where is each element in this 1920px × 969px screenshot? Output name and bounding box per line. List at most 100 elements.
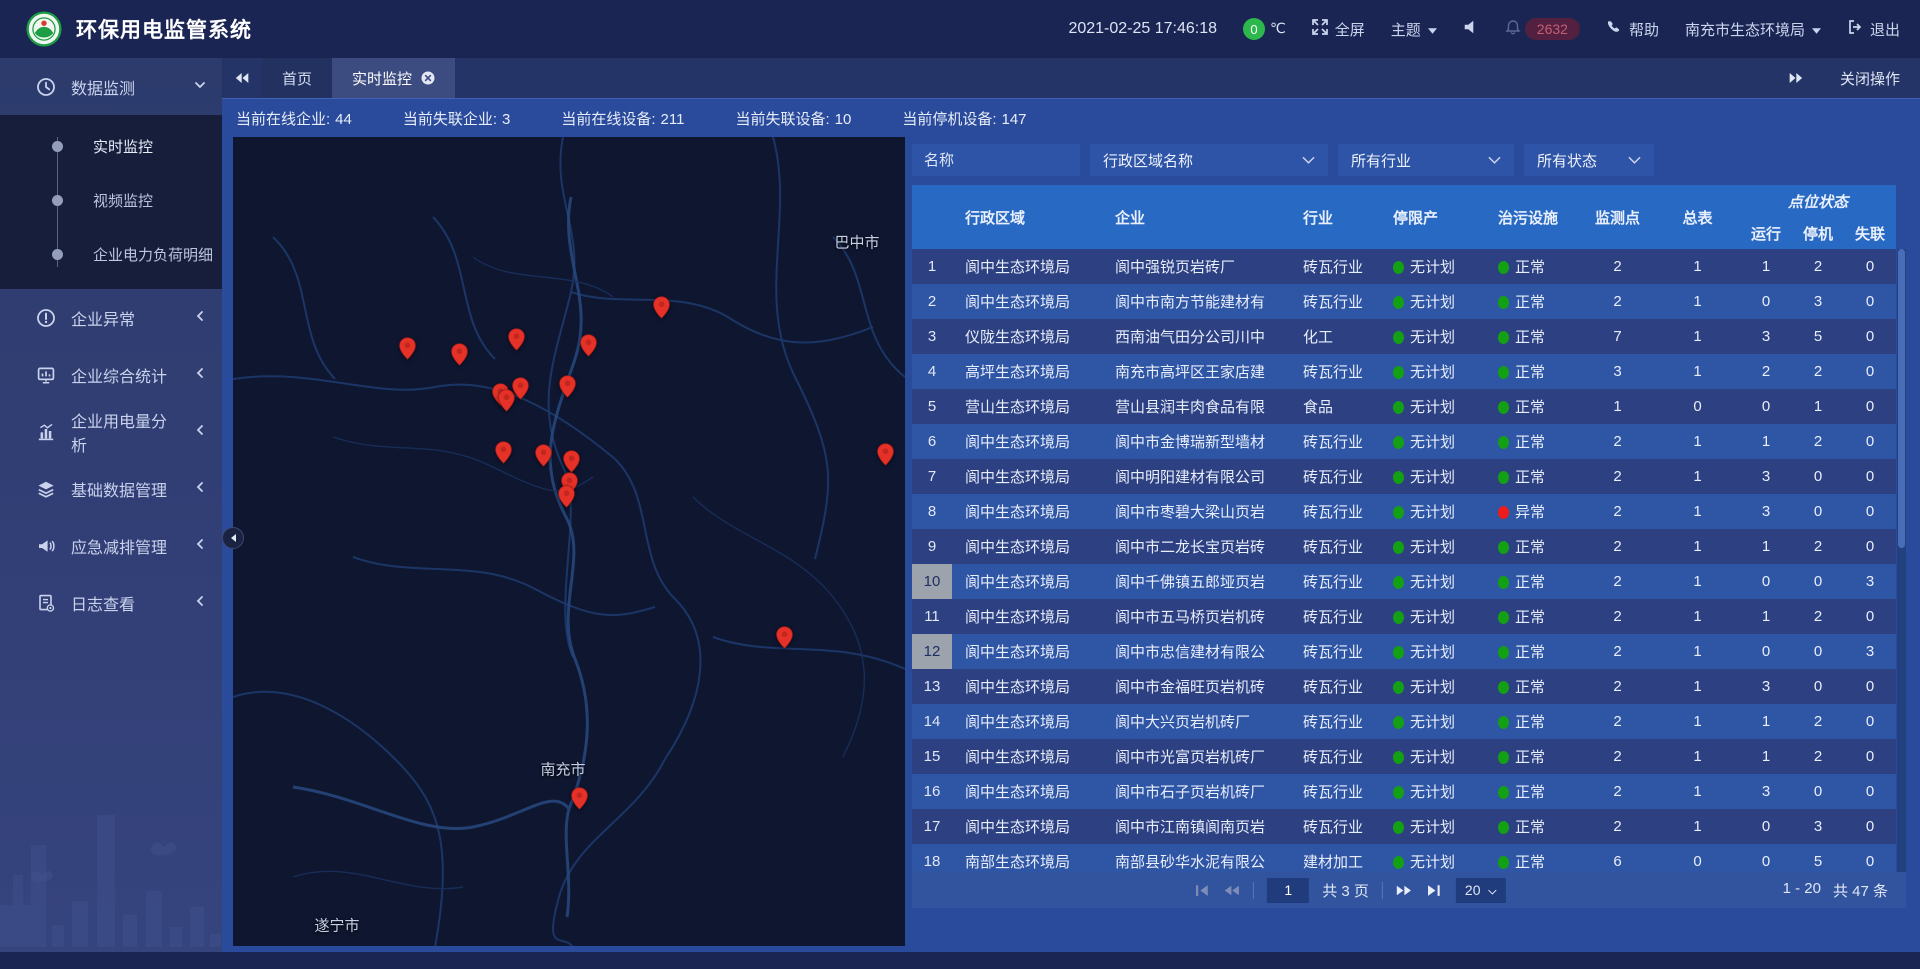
tab-1[interactable]: 实时监控 — [332, 58, 455, 98]
cell-industry: 食品 — [1290, 389, 1380, 424]
page-size-select[interactable]: 20 — [1456, 878, 1506, 903]
table-row[interactable]: 9阆中生态环境局阆中市二龙长宝页岩砖砖瓦行业无计划正常21120 — [912, 529, 1896, 564]
table-row[interactable]: 7阆中生态环境局阆中明阳建材有限公司砖瓦行业无计划正常21300 — [912, 459, 1896, 494]
tab-close-icon[interactable] — [421, 71, 435, 85]
map-pin[interactable] — [558, 485, 575, 508]
cell-total-meters: 1 — [1655, 319, 1740, 354]
table-row[interactable]: 14阆中生态环境局阆中大兴页岩机砖厂砖瓦行业无计划正常21120 — [912, 704, 1896, 739]
map-pin[interactable] — [451, 343, 468, 366]
sidebar-item-enterprise-statistics[interactable]: 企业综合统计 — [0, 346, 222, 403]
cell-disconnected: 0 — [1844, 354, 1896, 389]
sound-toggle-button[interactable] — [1463, 19, 1479, 39]
org-dropdown[interactable]: 南充市生态环境局 — [1685, 19, 1821, 40]
stats-board-icon — [36, 365, 56, 385]
map-pin[interactable] — [495, 441, 512, 464]
page-input[interactable]: 1 — [1267, 878, 1309, 903]
name-filter-input[interactable] — [912, 144, 1080, 176]
table-row[interactable]: 3仪陇生态环境局西南油气田分公司川中化工无计划正常71350 — [912, 319, 1896, 354]
status-dot-green — [1393, 646, 1404, 659]
cell-industry: 砖瓦行业 — [1290, 774, 1380, 809]
table-row[interactable]: 8阆中生态环境局阆中市枣碧大梁山页岩砖瓦行业无计划异常21300 — [912, 494, 1896, 529]
sidebar-subitem[interactable]: 视频监控 — [0, 173, 222, 227]
table-row[interactable]: 11阆中生态环境局阆中市五马桥页岩机砖砖瓦行业无计划正常21120 — [912, 599, 1896, 634]
last-page-button[interactable] — [1426, 884, 1443, 897]
notifications-button[interactable]: 2632 — [1505, 18, 1580, 40]
table-row[interactable]: 12阆中生态环境局阆中市忠信建材有限公砖瓦行业无计划正常21003 — [912, 634, 1896, 669]
map-pin[interactable] — [653, 296, 670, 319]
industry-filter-select[interactable]: 所有行业 — [1338, 144, 1514, 176]
cell-facility-status: 正常 — [1485, 669, 1580, 704]
map-pin[interactable] — [580, 334, 597, 357]
map-pin[interactable] — [563, 450, 580, 473]
tabs: 首页实时监控 — [262, 58, 455, 98]
sidebar-item-data-monitor[interactable]: 数据监测 — [0, 58, 222, 115]
status-dot-green — [1393, 786, 1404, 799]
table-row[interactable]: 13阆中生态环境局阆中市金福旺页岩机砖砖瓦行业无计划正常21300 — [912, 669, 1896, 704]
cell-stop-status: 无计划 — [1380, 634, 1485, 669]
table-row[interactable]: 2阆中生态环境局阆中市南方节能建材有砖瓦行业无计划正常21030 — [912, 284, 1896, 319]
map-pin[interactable] — [776, 626, 793, 649]
chevron-left-icon — [194, 594, 206, 612]
exit-icon — [1847, 19, 1863, 39]
status-dot-green — [1498, 541, 1509, 554]
row-number: 2 — [912, 284, 952, 319]
map-pin[interactable] — [508, 328, 525, 351]
table-row[interactable]: 18南部生态环境局南部县砂华水泥有限公建材加工无计划正常60050 — [912, 844, 1896, 872]
map-collapse-button[interactable] — [222, 527, 244, 549]
status-filter-select[interactable]: 所有状态 — [1524, 144, 1654, 176]
row-number: 9 — [912, 529, 952, 564]
sidebar-subitem[interactable]: 实时监控 — [0, 119, 222, 173]
cell-total-meters: 1 — [1655, 634, 1740, 669]
map-pin[interactable] — [559, 375, 576, 398]
map-pin[interactable] — [571, 787, 588, 810]
cell-monitor-points: 2 — [1580, 459, 1655, 494]
status-dot-green — [1498, 821, 1509, 834]
table-row[interactable]: 10阆中生态环境局阆中千佛镇五郎垭页岩砖瓦行业无计划正常21003 — [912, 564, 1896, 599]
table-scrollbar[interactable] — [1897, 249, 1906, 872]
map-pin[interactable] — [399, 337, 416, 360]
sidebar-item-label: 数据监测 — [71, 75, 179, 99]
map-canvas[interactable]: 巴中市南充市遂宁市 — [233, 137, 905, 946]
fullscreen-button[interactable]: 全屏 — [1312, 19, 1365, 40]
sidebar-item-power-usage-analysis[interactable]: 企业用电量分析 — [0, 403, 222, 460]
table-row[interactable]: 6阆中生态环境局阆中市金博瑞新型墙材砖瓦行业无计划正常21120 — [912, 424, 1896, 459]
sidebar-item-emergency-reduction[interactable]: 应急减排管理 — [0, 517, 222, 574]
tabs-scroll-left-button[interactable] — [222, 72, 262, 84]
map-pin[interactable] — [877, 443, 894, 466]
help-button[interactable]: 帮助 — [1606, 19, 1659, 40]
table-row[interactable]: 5营山生态环境局营山县润丰肉食品有限食品无计划正常10010 — [912, 389, 1896, 424]
sidebar-item-base-data-management[interactable]: 基础数据管理 — [0, 460, 222, 517]
cell-industry: 砖瓦行业 — [1290, 284, 1380, 319]
prev-page-button[interactable] — [1223, 884, 1240, 897]
cell-total-meters: 1 — [1655, 249, 1740, 284]
close-operations-button[interactable]: 关闭操作 — [1840, 68, 1900, 89]
region-filter-select[interactable]: 行政区域名称 — [1090, 144, 1328, 176]
sidebar-item-enterprise-abnormal[interactable]: 企业异常 — [0, 289, 222, 346]
cell-total-meters: 1 — [1655, 529, 1740, 564]
logout-button[interactable]: 退出 — [1847, 19, 1900, 40]
table-row[interactable]: 1阆中生态环境局阆中强锐页岩砖厂砖瓦行业无计划正常21120 — [912, 249, 1896, 284]
table-row[interactable]: 4高坪生态环境局南充市高坪区王家店建砖瓦行业无计划正常31220 — [912, 354, 1896, 389]
next-page-button[interactable] — [1396, 884, 1413, 897]
scrollbar-thumb[interactable] — [1898, 249, 1905, 548]
table-row[interactable]: 15阆中生态环境局阆中市光富页岩机砖厂砖瓦行业无计划正常21120 — [912, 739, 1896, 774]
bullet-icon — [52, 195, 63, 206]
row-number: 17 — [912, 809, 952, 844]
sidebar-item-label: 企业用电量分析 — [71, 408, 179, 456]
tabs-scroll-right-button[interactable] — [1776, 72, 1816, 84]
temperature: 0 ℃ — [1243, 18, 1286, 40]
sidebar-item-log-view[interactable]: 日志查看 — [0, 574, 222, 631]
table-row[interactable]: 17阆中生态环境局阆中市江南镇阆南页岩砖瓦行业无计划正常21030 — [912, 809, 1896, 844]
first-page-button[interactable] — [1193, 884, 1210, 897]
record-range: 1 - 20 共 47 条 — [1783, 880, 1906, 901]
cell-disconnected: 0 — [1844, 739, 1896, 774]
cell-industry: 砖瓦行业 — [1290, 599, 1380, 634]
table-row[interactable]: 16阆中生态环境局阆中市石子页岩机砖厂砖瓦行业无计划正常21300 — [912, 774, 1896, 809]
map-pin[interactable] — [535, 444, 552, 467]
status-dot-green — [1498, 436, 1509, 449]
sidebar-subitem[interactable]: 企业电力负荷明细 — [0, 227, 222, 281]
tab-0[interactable]: 首页 — [262, 58, 332, 98]
caret-down-icon — [1428, 21, 1437, 38]
map-pin[interactable] — [512, 377, 529, 400]
theme-dropdown[interactable]: 主题 — [1391, 19, 1437, 40]
